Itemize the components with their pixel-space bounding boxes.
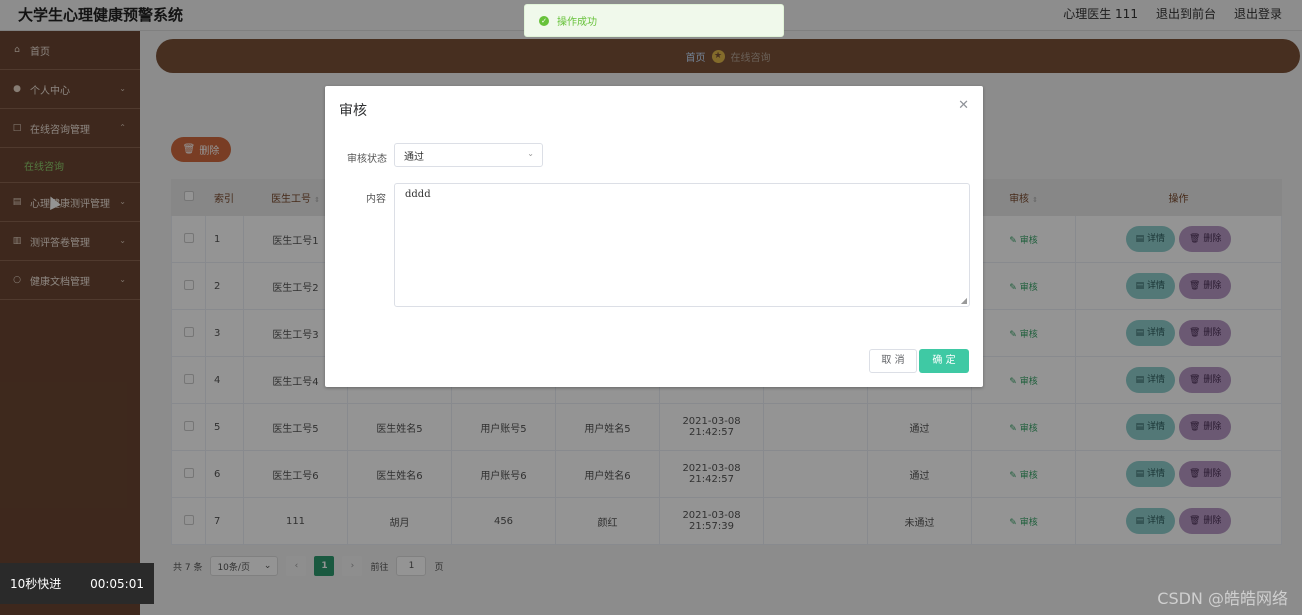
- close-icon[interactable]: ✕: [958, 98, 969, 113]
- content-label: 内容: [366, 194, 386, 205]
- chevron-down-icon: ⌄: [527, 149, 534, 158]
- content-textarea[interactable]: dddd ◢: [394, 183, 970, 307]
- audit-status-select[interactable]: 通过 ⌄: [394, 143, 543, 167]
- check-circle-icon: ✓: [539, 15, 549, 26]
- toast-message: 操作成功: [557, 17, 597, 28]
- status-label: 审核状态: [347, 154, 387, 165]
- success-toast: ✓ 操作成功: [524, 4, 784, 37]
- watermark: CSDN @皓皓网络: [1157, 589, 1288, 608]
- video-overlay: 10秒快进 00:05:01: [0, 563, 154, 604]
- confirm-button[interactable]: 确 定: [919, 349, 969, 373]
- audit-dialog: 审核 ✕ 审核状态 通过 ⌄ 内容 dddd ◢ 取 消 确 定: [325, 86, 983, 387]
- skip-label[interactable]: 10秒快进: [10, 575, 61, 592]
- cancel-button[interactable]: 取 消: [869, 349, 917, 373]
- dialog-title: 审核: [339, 103, 367, 119]
- resize-handle-icon[interactable]: ◢: [961, 296, 967, 305]
- video-time: 00:05:01: [90, 576, 144, 591]
